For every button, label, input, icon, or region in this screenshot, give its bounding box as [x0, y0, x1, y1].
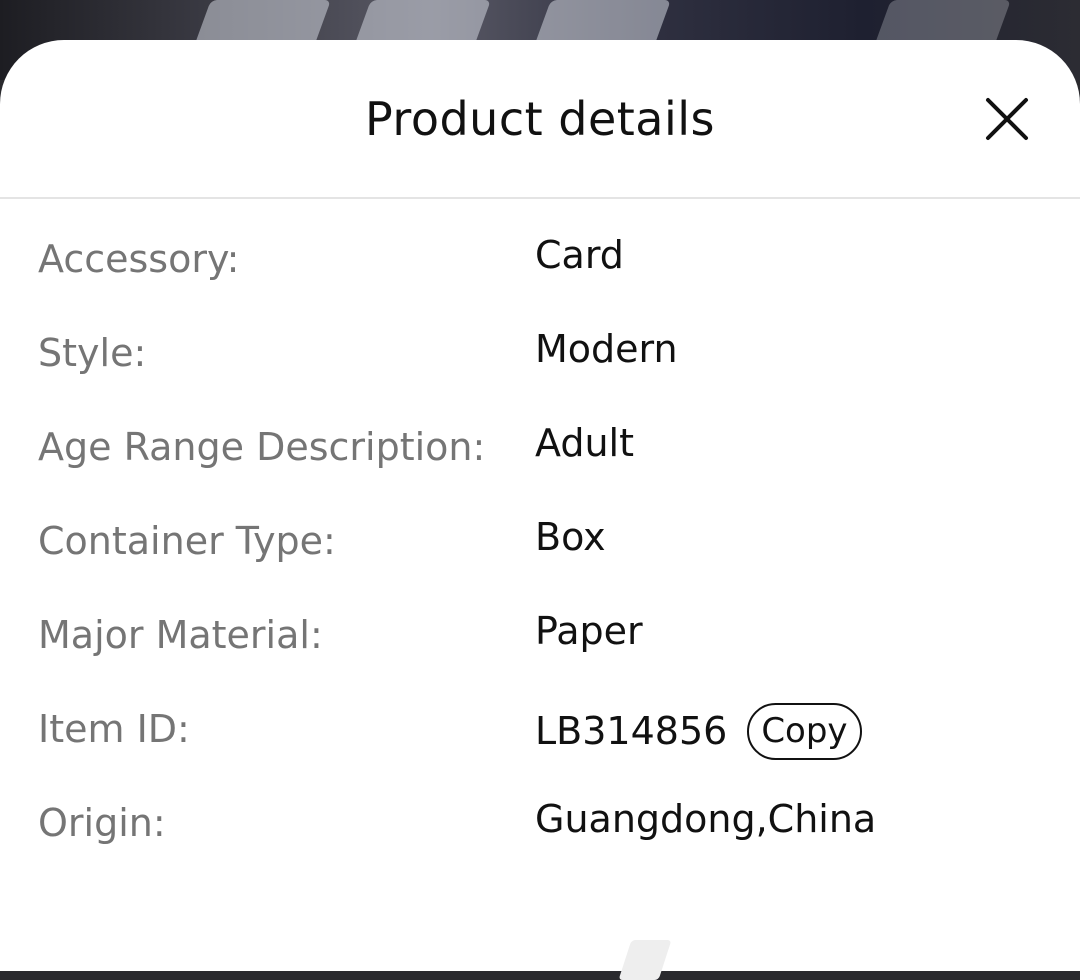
- detail-value: Paper: [535, 609, 643, 653]
- detail-label: Age Range Description:: [38, 425, 486, 469]
- detail-row-major-material: Major Material: Paper: [0, 609, 1080, 707]
- detail-label: Container Type:: [38, 519, 336, 563]
- detail-value: Card: [535, 233, 624, 277]
- detail-row-item-id: Item ID: LB314856 Copy: [0, 703, 1080, 801]
- detail-label: Style:: [38, 331, 147, 375]
- detail-value: Guangdong,China: [535, 797, 877, 841]
- detail-label: Accessory:: [38, 237, 240, 281]
- detail-label: Item ID:: [38, 707, 190, 751]
- close-button[interactable]: [984, 96, 1030, 142]
- detail-value: Modern: [535, 327, 678, 371]
- detail-row-style: Style: Modern: [0, 327, 1080, 425]
- detail-value: Adult: [535, 421, 634, 465]
- detail-value-item-id: LB314856 Copy: [535, 703, 862, 760]
- detail-value: Box: [535, 515, 606, 559]
- close-icon: [986, 98, 1028, 140]
- detail-label: Origin:: [38, 801, 166, 845]
- detail-label: Major Material:: [38, 613, 323, 657]
- detail-row-accessory: Accessory: Card: [0, 233, 1080, 331]
- item-id-value: LB314856: [535, 709, 728, 754]
- detail-row-origin: Origin: Guangdong,China: [0, 797, 1080, 895]
- sheet-title: Product details: [364, 92, 716, 146]
- sheet-header: Product details: [0, 40, 1080, 199]
- product-details-list: Accessory: Card Style: Modern Age Range …: [0, 233, 1080, 895]
- detail-row-container-type: Container Type: Box: [0, 515, 1080, 613]
- copy-button[interactable]: Copy: [747, 703, 862, 760]
- detail-row-age-range: Age Range Description: Adult: [0, 421, 1080, 519]
